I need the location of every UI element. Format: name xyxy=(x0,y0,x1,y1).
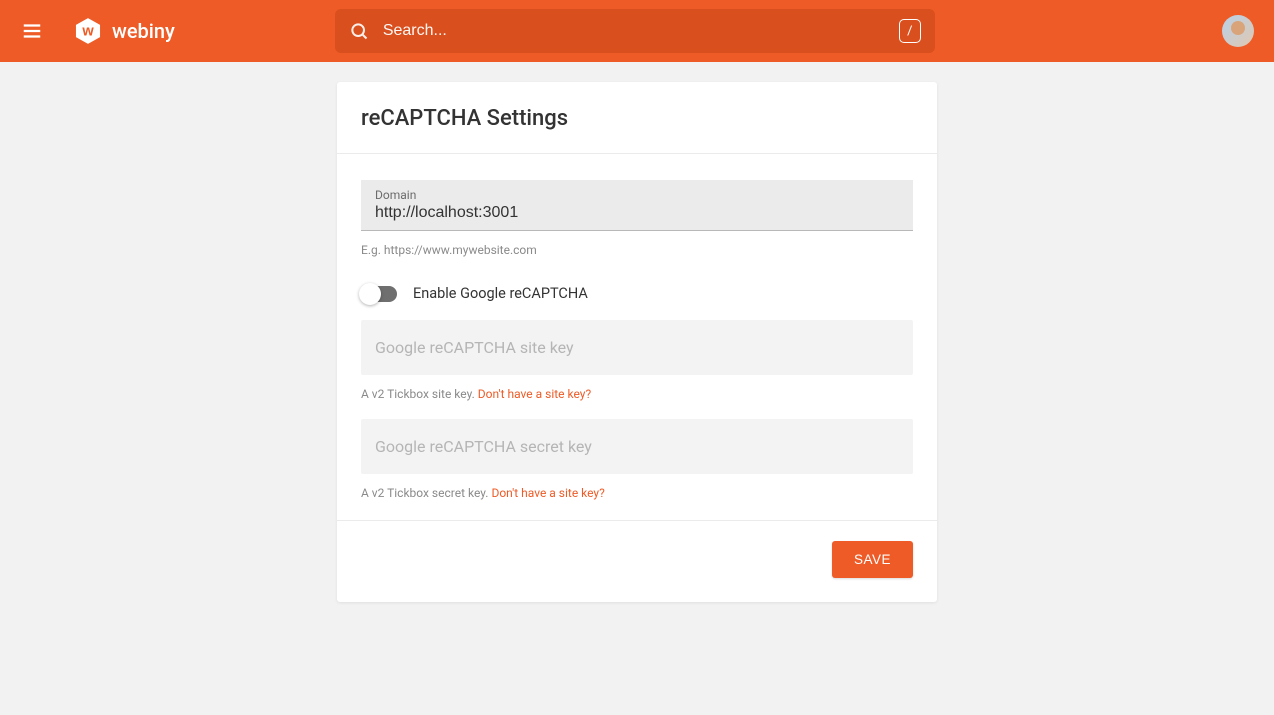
site-key-hint: A v2 Tickbox site key. Don't have a site… xyxy=(361,387,913,401)
site-key-placeholder: Google reCAPTCHA site key xyxy=(375,338,574,357)
domain-field[interactable]: Domain xyxy=(361,180,913,231)
brand-name: webiny xyxy=(112,19,175,43)
card-body: Domain E.g. https://www.mywebsite.com En… xyxy=(337,154,937,520)
enable-recaptcha-label: Enable Google reCAPTCHA xyxy=(413,285,588,302)
svg-text:w: w xyxy=(81,23,94,39)
site-key-hint-link[interactable]: Don't have a site key? xyxy=(478,387,591,401)
brand-badge-icon: w xyxy=(74,17,102,45)
secret-key-field[interactable]: Google reCAPTCHA secret key xyxy=(361,419,913,474)
site-key-field[interactable]: Google reCAPTCHA site key xyxy=(361,320,913,375)
card-header: reCAPTCHA Settings xyxy=(337,82,937,154)
search-icon xyxy=(349,21,369,41)
secret-key-hint-link[interactable]: Don't have a site key? xyxy=(491,486,604,500)
search-shortcut-badge: / xyxy=(899,19,921,43)
site-key-hint-text: A v2 Tickbox site key. xyxy=(361,387,478,401)
domain-label: Domain xyxy=(375,188,899,202)
secret-key-hint: A v2 Tickbox secret key. Don't have a si… xyxy=(361,486,913,500)
secret-key-hint-text: A v2 Tickbox secret key. xyxy=(361,486,491,500)
menu-icon[interactable] xyxy=(20,19,44,43)
secret-key-placeholder: Google reCAPTCHA secret key xyxy=(375,437,592,456)
page-title: reCAPTCHA Settings xyxy=(361,106,913,131)
global-search[interactable]: / xyxy=(335,9,935,53)
card-footer: SAVE xyxy=(337,520,937,602)
save-button[interactable]: SAVE xyxy=(832,541,913,578)
toggle-knob xyxy=(359,283,381,305)
enable-recaptcha-row: Enable Google reCAPTCHA xyxy=(361,285,913,302)
search-input[interactable] xyxy=(383,22,899,40)
domain-input[interactable] xyxy=(375,202,899,224)
enable-recaptcha-toggle[interactable] xyxy=(361,286,397,302)
brand-logo[interactable]: w webiny xyxy=(74,17,175,45)
app-header: w webiny / xyxy=(0,0,1274,62)
settings-card: reCAPTCHA Settings Domain E.g. https://w… xyxy=(337,82,937,602)
domain-hint: E.g. https://www.mywebsite.com xyxy=(361,243,913,257)
avatar[interactable] xyxy=(1222,15,1254,47)
